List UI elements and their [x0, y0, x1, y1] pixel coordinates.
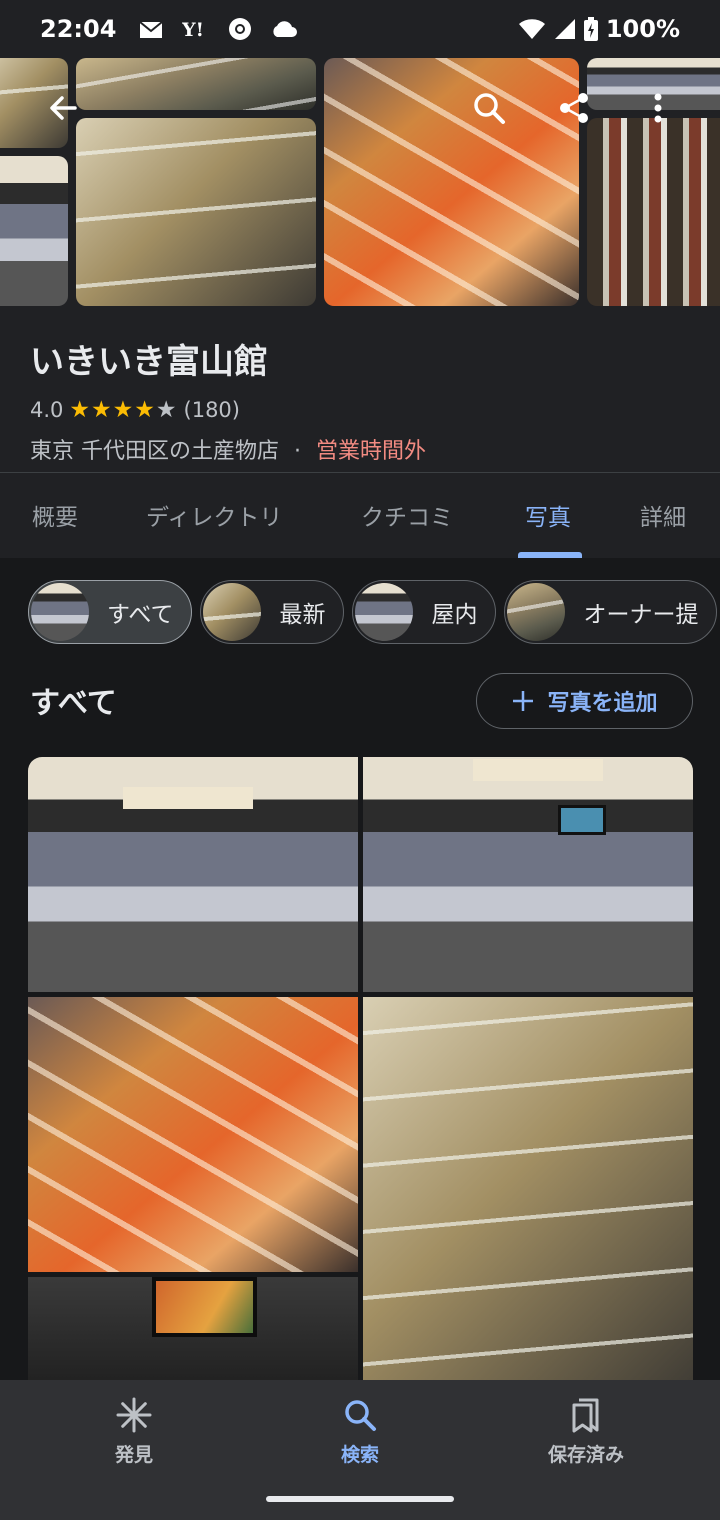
tab-overview[interactable]: 概要: [32, 498, 78, 532]
photo-filter-chips: すべて 最新 屋内 オーナー提: [28, 580, 718, 644]
nav-explore[interactable]: 発見: [34, 1396, 234, 1467]
place-title: いきいき富山館: [30, 342, 268, 382]
add-photo-label: 写真を追加: [547, 691, 658, 716]
tv-screen: [558, 805, 606, 835]
header-photo[interactable]: [324, 58, 579, 306]
add-photo-button[interactable]: 写真を追加: [476, 673, 693, 729]
chip-label: すべて: [107, 602, 174, 628]
battery-percent: 100%: [605, 15, 680, 43]
review-count: (180): [183, 398, 240, 422]
plus-icon: [513, 691, 534, 711]
rating-row[interactable]: 4.0 ★★★★★ (180): [30, 397, 690, 423]
tv-screen: [152, 1277, 257, 1337]
status-time: 22:04: [40, 15, 117, 43]
arrow-back-icon: [50, 96, 77, 120]
photo-tile[interactable]: [363, 997, 693, 1380]
chip-thumbnail: [31, 583, 89, 641]
header-photo[interactable]: [76, 118, 316, 306]
wifi-icon: [518, 19, 545, 39]
divider: [0, 472, 720, 473]
header-photo[interactable]: [587, 118, 720, 306]
separator-dot: ·: [294, 439, 301, 464]
status-bar: 22:04 Y! 100%: [0, 0, 720, 58]
place-info: いきいき富山館 4.0 ★★★★★ (180) 東京 千代田区の土産物店 · 営…: [0, 308, 720, 473]
search-icon: [345, 1400, 376, 1431]
chip-label: 最新: [279, 602, 326, 628]
place-category: 東京 千代田区の土産物店: [30, 439, 279, 464]
asterisk-icon: [116, 1397, 152, 1433]
tab-active-indicator: [518, 552, 582, 558]
chip-thumbnail: [355, 583, 414, 641]
svg-text:Y!: Y!: [182, 19, 204, 40]
tab-photos[interactable]: 写真: [525, 498, 571, 532]
photo-tile[interactable]: [28, 757, 358, 992]
photo-grid: [28, 757, 693, 1380]
chip-thumbnail: [203, 583, 262, 641]
home-indicator[interactable]: [266, 1496, 454, 1502]
category-row: 東京 千代田区の土産物店 · 営業時間外: [30, 433, 690, 465]
nav-label: 検索: [340, 1444, 379, 1466]
photo-tile[interactable]: [28, 1277, 358, 1380]
photos-content: すべて 最新 屋内 オーナー提 すべて 写真を追加: [0, 558, 720, 1380]
tab-details[interactable]: 詳細: [640, 498, 686, 532]
store-sign: [123, 787, 253, 809]
mail-icon: [139, 21, 164, 38]
nav-search[interactable]: 検索: [260, 1396, 460, 1467]
notification-icons: Y!: [138, 17, 298, 41]
search-button[interactable]: [461, 80, 517, 136]
nav-label: 保存済み: [547, 1444, 624, 1466]
chip-label: 屋内: [431, 602, 478, 628]
tab-directory[interactable]: ディレクトリ: [146, 498, 282, 532]
star-rating: ★★★★★: [69, 397, 178, 423]
share-button[interactable]: [546, 80, 602, 136]
header-photo-strip[interactable]: [0, 58, 720, 308]
tab-reviews[interactable]: クチコミ: [361, 498, 453, 532]
yahoo-icon: Y!: [182, 19, 204, 40]
share-icon: [560, 93, 588, 123]
chip-indoor[interactable]: 屋内: [352, 580, 497, 644]
chip-owner[interactable]: オーナー提: [504, 580, 718, 644]
photo-tile[interactable]: [363, 757, 693, 992]
more-options-button[interactable]: [630, 80, 686, 136]
rating-value: 4.0: [30, 398, 64, 422]
signal-icon: [554, 19, 575, 39]
search-icon: [474, 93, 505, 124]
battery-icon: [583, 17, 598, 41]
nav-saved[interactable]: 保存済み: [486, 1396, 686, 1467]
section-title: すべて: [30, 686, 117, 721]
status-right: 100%: [518, 15, 680, 43]
header-photo[interactable]: [0, 156, 68, 306]
back-button[interactable]: [35, 80, 91, 136]
chip-label: オーナー提: [583, 602, 699, 628]
tab-bar: 概要 ディレクトリ クチコミ 写真 詳細: [0, 474, 720, 558]
bookmarks-icon: [572, 1398, 599, 1433]
chrome-icon: [229, 18, 252, 40]
nav-label: 発見: [114, 1444, 153, 1466]
chip-thumbnail: [507, 583, 566, 641]
chip-latest[interactable]: 最新: [200, 580, 345, 644]
store-sign: [473, 759, 603, 781]
photo-tile[interactable]: [28, 997, 358, 1272]
open-status: 営業時間外: [316, 439, 427, 464]
chip-all[interactable]: すべて: [28, 580, 193, 644]
cloud-icon: [273, 21, 298, 37]
more-vert-icon: [654, 93, 662, 123]
header-photo[interactable]: [76, 58, 316, 110]
